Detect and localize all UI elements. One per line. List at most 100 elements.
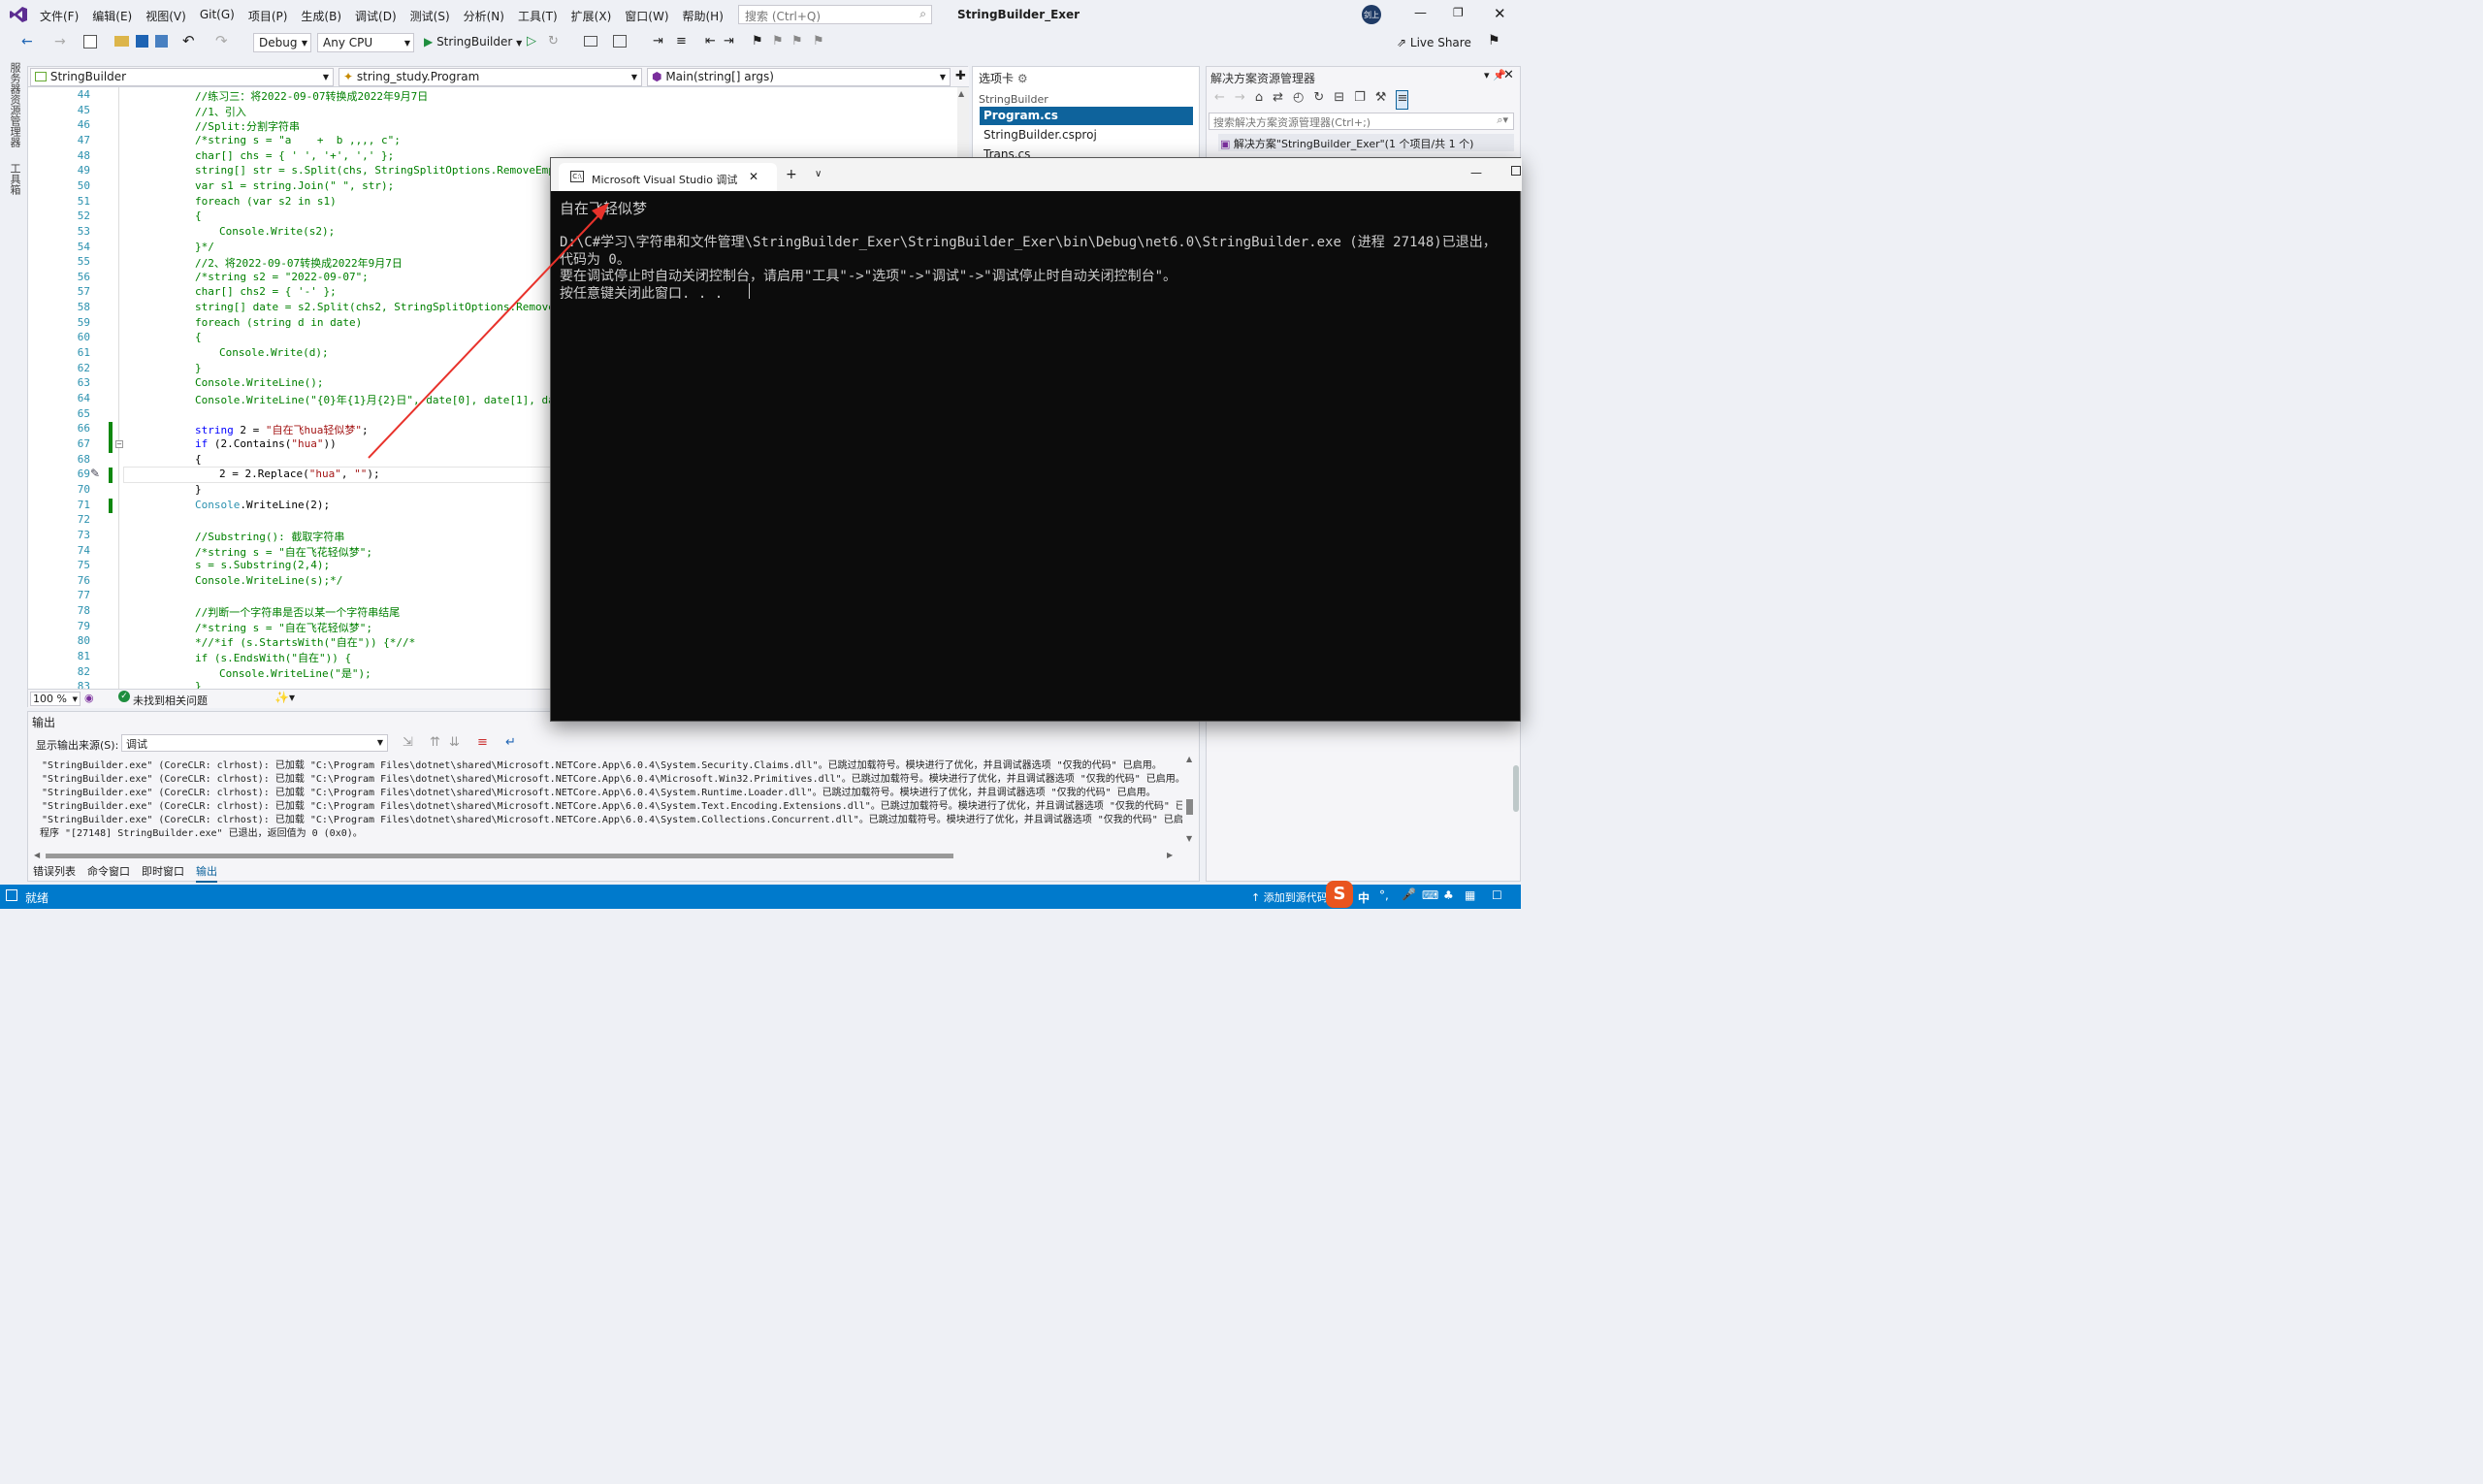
debug-console-window[interactable]: C:\ Microsoft Visual Studio 调试控制台 ✕ + ∨ … [550, 157, 1522, 722]
code-line[interactable]: /*string s = "a + b ,,,, c"; [195, 134, 401, 146]
code-line[interactable]: //判断一个字符串是否以某一个字符串结尾 [195, 604, 400, 620]
code-line[interactable]: }*/ [195, 241, 214, 253]
wrench-icon[interactable]: ⚒ [1375, 90, 1387, 110]
sync-icon[interactable]: ↻ [1313, 90, 1324, 110]
pane-close-icon[interactable]: ✕ [1503, 68, 1514, 82]
platform-select[interactable]: Any CPU ▼ [317, 33, 414, 52]
issues-label[interactable]: 未找到相关问题 [133, 693, 208, 708]
live-share-button[interactable]: ⇗ Live Share [1397, 36, 1471, 49]
code-line[interactable]: *//*if (s.StartsWith("自在")) {*//* [195, 634, 415, 650]
code-line[interactable]: Console.WriteLine(2); [195, 499, 330, 511]
menu-item-3[interactable]: Git(G) [193, 5, 242, 27]
save-all-icon[interactable] [155, 35, 168, 48]
notification-icon[interactable]: ☐ [1492, 888, 1502, 902]
home-icon[interactable]: ⌂ [1255, 90, 1263, 110]
hot-reload-icon[interactable]: ↻ [548, 34, 559, 48]
bookmark-icon[interactable]: ⚑ [752, 34, 763, 48]
menu-item-8[interactable]: 分析(N) [457, 5, 511, 27]
bookmark-clear-icon[interactable]: ⚑ [813, 34, 824, 48]
code-line[interactable]: //Split:分割字符串 [195, 118, 300, 134]
clear-all-icon[interactable]: ≡ [477, 735, 488, 750]
minimize-icon[interactable]: — [1414, 6, 1427, 20]
split-editor-icon[interactable]: ✚ [955, 69, 966, 83]
new-tab-icon[interactable]: + [786, 167, 797, 182]
switch-views-icon[interactable]: ⇄ [1273, 90, 1283, 110]
menu-item-2[interactable]: 视图(V) [139, 5, 193, 27]
scroll-up-icon[interactable]: ▲ [1186, 755, 1192, 763]
bottom-tab-3[interactable]: 输出 [196, 861, 217, 883]
code-line[interactable]: char[] chs2 = { '-' }; [195, 285, 337, 298]
menu-item-1[interactable]: 编辑(E) [85, 5, 139, 27]
collapse-icon[interactable]: − [115, 439, 123, 448]
find-in-output-icon[interactable]: ⇲ [403, 735, 413, 750]
code-line[interactable]: //练习三：将2022-09-07转换成2022年9月7日 [195, 88, 428, 104]
scroll-up-icon[interactable]: ▲ [958, 89, 964, 98]
vs-logo-icon[interactable] [9, 6, 28, 23]
console-tab[interactable]: C:\ Microsoft Visual Studio 调试控制台 ✕ [559, 163, 777, 191]
restore-icon[interactable]: ❐ [1453, 6, 1464, 19]
code-line[interactable]: foreach (string d in date) [195, 316, 362, 329]
forward-icon[interactable]: → [1235, 90, 1245, 110]
folder-view-icon[interactable] [584, 36, 597, 47]
compare-icon[interactable]: ≡ [676, 34, 687, 48]
outdent-icon[interactable]: ⇥ [724, 34, 734, 48]
step-icon[interactable]: ⇥ [653, 34, 663, 48]
next-message-icon[interactable]: ⇊ [449, 735, 460, 750]
bookmark-prev-icon[interactable]: ⚑ [772, 34, 784, 48]
solution-root-node[interactable]: ▣ 解决方案"StringBuilder_Exer"(1 个项目/共 1 个) [1218, 134, 1514, 151]
indent-icon[interactable]: ⇤ [705, 34, 716, 48]
toolbox-tab[interactable]: 工具箱 [7, 163, 22, 195]
search-input[interactable]: 搜索 (Ctrl+Q) ⌕ [738, 5, 932, 24]
back-icon[interactable]: ← [21, 34, 33, 49]
code-line[interactable]: /*string s2 = "2022-09-07"; [195, 271, 369, 283]
menu-item-10[interactable]: 扩展(X) [564, 5, 619, 27]
bottom-tab-1[interactable]: 命令窗口 [87, 861, 130, 883]
scroll-right-icon[interactable]: ▶ [1167, 851, 1173, 859]
code-line[interactable]: Console.Write(d); [219, 346, 329, 359]
server-explorer-tab[interactable]: 服务器资源管理器 [7, 62, 22, 147]
ime-mode[interactable]: 中 [1358, 889, 1370, 906]
class-select[interactable]: ✦ string_study.Program ▼ [339, 68, 642, 86]
menu-item-6[interactable]: 调试(D) [348, 5, 403, 27]
forward-icon[interactable]: → [54, 34, 66, 49]
solution-search-input[interactable]: 搜索解决方案资源管理器(Ctrl+;) ⌕▾ [1209, 113, 1514, 130]
shirt-icon[interactable]: ♣ [1443, 888, 1454, 902]
scroll-thumb[interactable] [46, 854, 953, 858]
avatar[interactable]: 剑上 [1362, 5, 1381, 24]
show-all-icon[interactable]: ❐ [1354, 90, 1366, 110]
menu-item-0[interactable]: 文件(F) [33, 5, 85, 27]
code-line[interactable]: string 2 = "自在飞hua轻似梦"; [195, 422, 369, 437]
cleanup-icon[interactable]: ✨▾ [274, 691, 295, 704]
project-select[interactable]: StringBuilder ▼ [30, 68, 334, 86]
health-icon[interactable]: ◉ [84, 692, 94, 704]
toolbox-item-csproj[interactable]: StringBuilder.csproj [980, 126, 1101, 144]
console-maximize-icon[interactable] [1511, 166, 1521, 176]
code-line[interactable]: } [195, 483, 202, 496]
tab-dropdown-icon[interactable]: ∨ [815, 169, 822, 179]
sogou-ime-icon[interactable]: S [1326, 881, 1353, 908]
microphone-icon[interactable]: 🎤 [1402, 887, 1416, 901]
code-line[interactable]: } [195, 680, 202, 689]
save-icon[interactable] [136, 35, 148, 48]
close-icon[interactable]: ✕ [1494, 5, 1506, 22]
code-line[interactable]: Console.WriteLine(s);*/ [195, 574, 342, 587]
word-wrap-icon[interactable]: ↵ [505, 735, 516, 750]
menu-item-9[interactable]: 工具(T) [511, 5, 564, 27]
member-select[interactable]: ⬢ Main(string[] args) ▼ [647, 68, 951, 86]
code-line[interactable]: foreach (var s2 in s1) [195, 195, 337, 208]
code-line[interactable]: if (2.Contains("hua")) [195, 437, 337, 450]
code-line[interactable]: } [195, 362, 202, 374]
scroll-thumb[interactable] [1513, 765, 1519, 812]
output-text[interactable]: "StringBuilder.exe" (CoreCLR: clrhost): … [28, 755, 1182, 852]
preview-icon[interactable]: ≡ [1396, 90, 1409, 110]
collapse-all-icon[interactable]: ⊟ [1334, 90, 1344, 110]
code-line[interactable]: /*string s = "自在飞花轻似梦"; [195, 620, 372, 635]
menu-item-4[interactable]: 项目(P) [242, 5, 295, 27]
bottom-tab-2[interactable]: 即时窗口 [142, 861, 184, 883]
console-output[interactable]: 自在飞轻似梦D:\C#学习\字符串和文件管理\StringBuilder_Exe… [551, 191, 1520, 721]
toolbox-item-program[interactable]: Program.cs [980, 107, 1193, 125]
run-button[interactable]: ▶ StringBuilder ▼ [424, 35, 522, 48]
code-line[interactable]: /*string s = "自在飞花轻似梦"; [195, 544, 372, 560]
feedback-icon[interactable]: ⚑ [1488, 33, 1500, 48]
punctuation-icon[interactable]: °, [1379, 888, 1389, 902]
